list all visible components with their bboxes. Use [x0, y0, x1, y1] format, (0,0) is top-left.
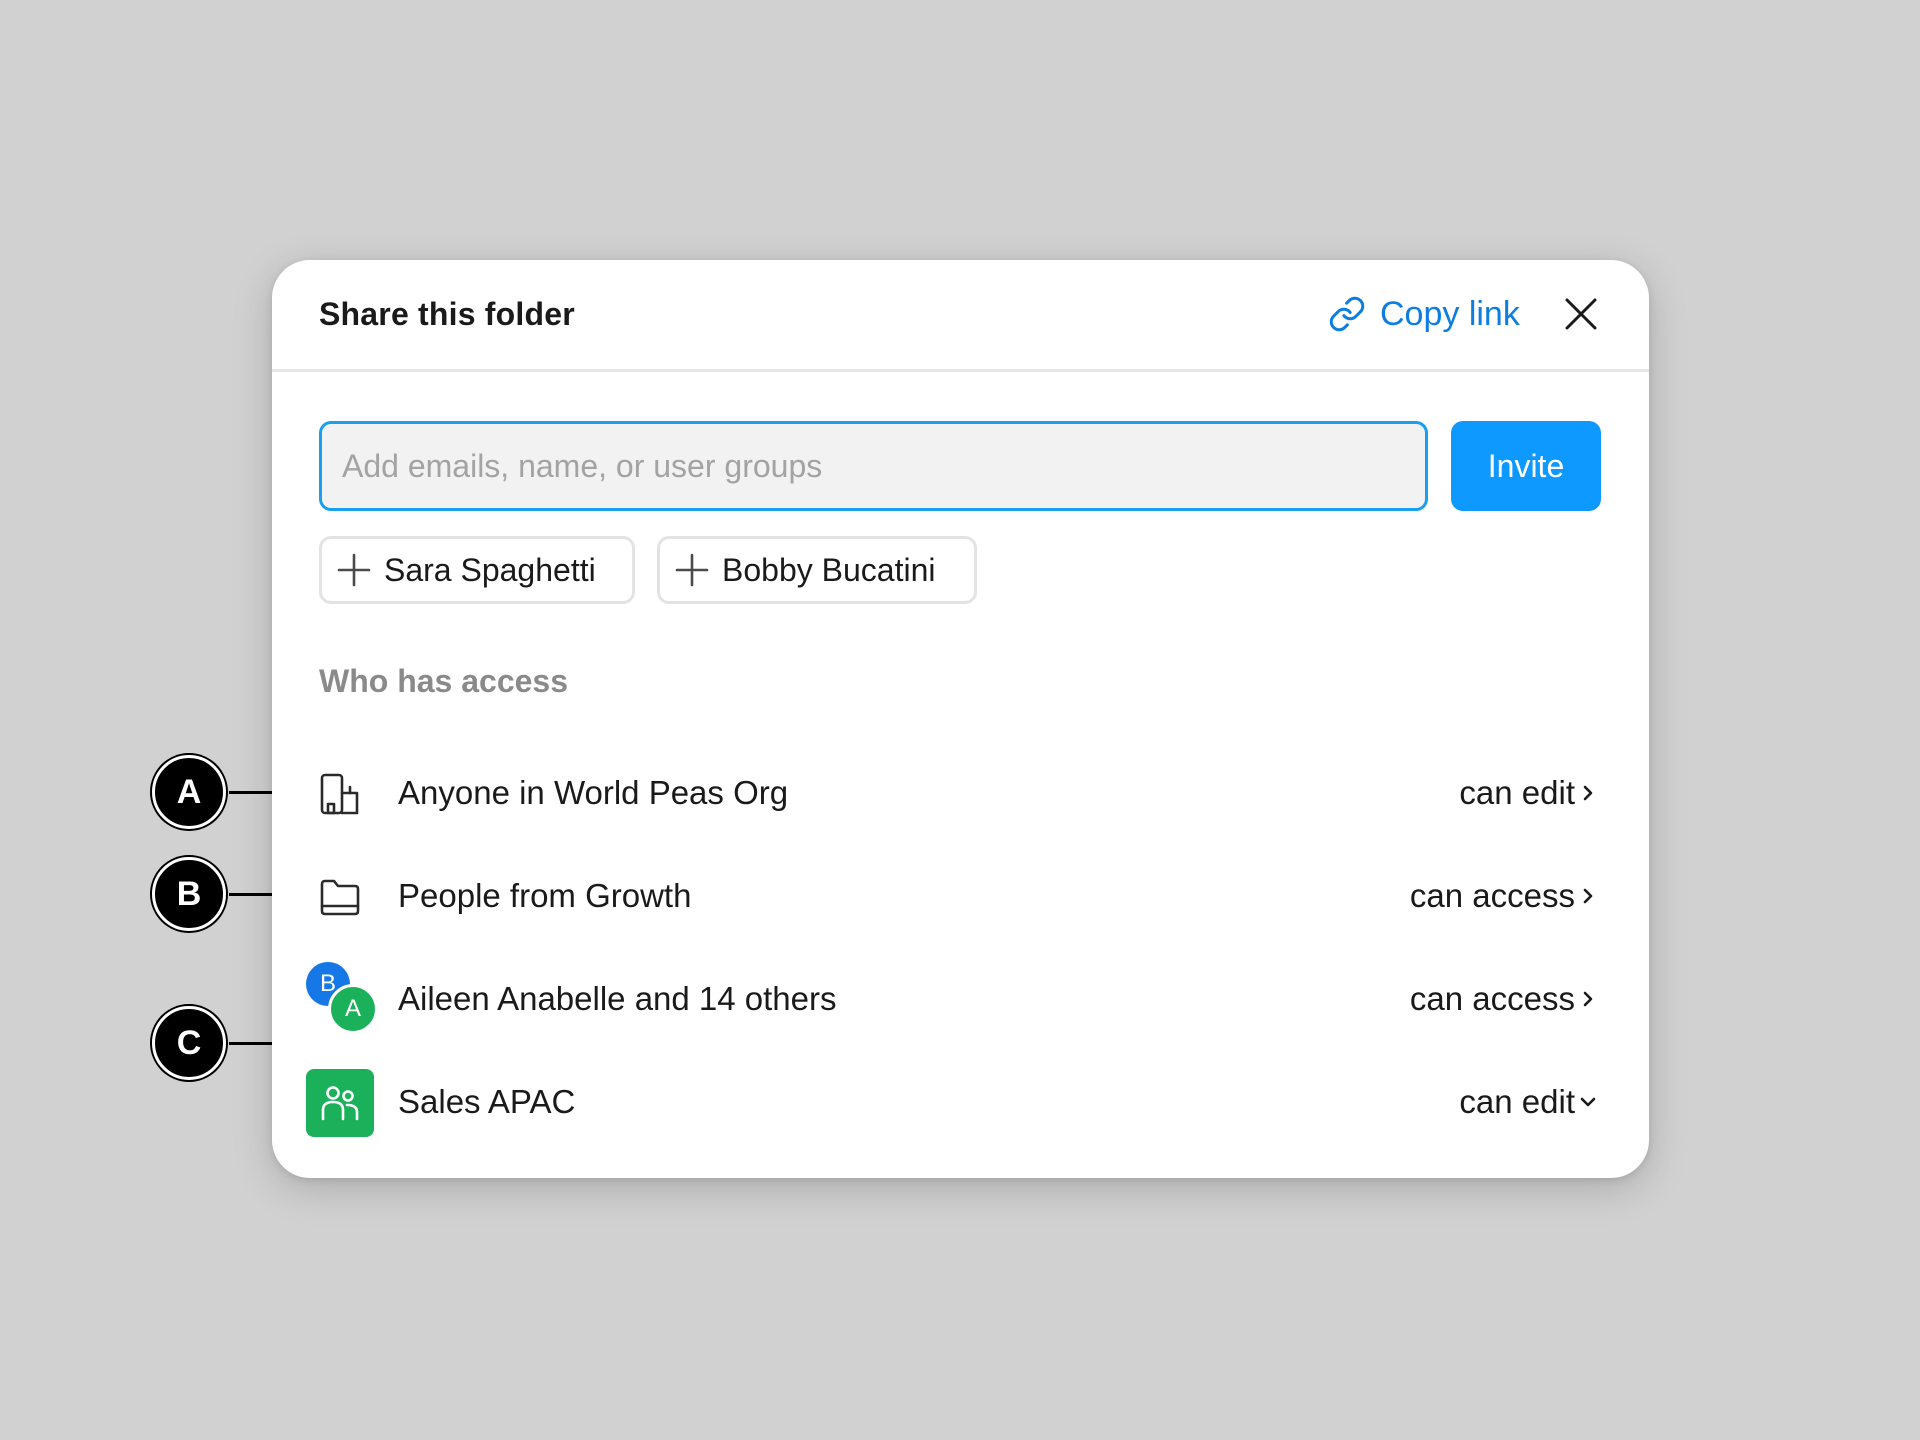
suggestion-chip-label: Sara Spaghetti: [384, 551, 596, 588]
folder-icon: [306, 863, 374, 931]
invite-search-input[interactable]: [319, 421, 1428, 511]
plus-icon: [336, 552, 372, 588]
copy-link-label: Copy link: [1380, 294, 1520, 333]
suggestion-chip-sara-spaghetti[interactable]: Sara Spaghetti: [319, 536, 635, 604]
permission-dropdown[interactable]: can access: [1410, 877, 1575, 915]
annotation-b: B: [152, 857, 226, 931]
close-button[interactable]: [1563, 296, 1599, 332]
permission-dropdown[interactable]: can edit: [1459, 1083, 1575, 1121]
access-row-name: People from Growth: [398, 877, 692, 914]
access-row-org[interactable]: Anyone in World Peas Org can edit: [272, 754, 1649, 834]
suggestion-chip-bobby-bucatini[interactable]: Bobby Bucatini: [657, 536, 977, 604]
user-group-icon: [306, 1069, 374, 1137]
access-row-name: Aileen Anabelle and 14 others: [398, 980, 837, 1017]
suggestion-chip-label: Bobby Bucatini: [722, 551, 936, 588]
chevron-right-icon: [1579, 887, 1597, 905]
chevron-right-icon: [1579, 784, 1597, 802]
copy-link-button[interactable]: Copy link: [1328, 288, 1520, 340]
chevron-right-icon: [1579, 990, 1597, 1008]
access-row-growth[interactable]: People from Growth can access: [272, 857, 1649, 937]
link-icon: [1328, 295, 1366, 333]
dialog-title: Share this folder: [319, 296, 575, 332]
dialog-header: Share this folder Copy link: [272, 260, 1649, 372]
access-row-name: Sales APAC: [398, 1083, 576, 1120]
chevron-down-icon: [1579, 1093, 1597, 1111]
access-row-name: Anyone in World Peas Org: [398, 774, 789, 811]
annotation-c: C: [152, 1006, 226, 1080]
access-row-aileen-and-others[interactable]: B A Aileen Anabelle and 14 others can ac…: [272, 960, 1649, 1040]
permission-dropdown[interactable]: can access: [1410, 980, 1575, 1018]
plus-icon: [674, 552, 710, 588]
close-icon: [1563, 298, 1599, 336]
building-icon: [306, 760, 374, 828]
avatar: A: [328, 984, 378, 1034]
permission-dropdown[interactable]: can edit: [1459, 774, 1575, 812]
who-has-access-heading: Who has access: [319, 663, 568, 699]
invite-button[interactable]: Invite: [1451, 421, 1601, 511]
annotation-a: A: [152, 755, 226, 829]
share-dialog: Share this folder Copy link Invite: [272, 260, 1649, 1178]
access-row-sales-apac[interactable]: Sales APAC can edit: [272, 1063, 1649, 1143]
